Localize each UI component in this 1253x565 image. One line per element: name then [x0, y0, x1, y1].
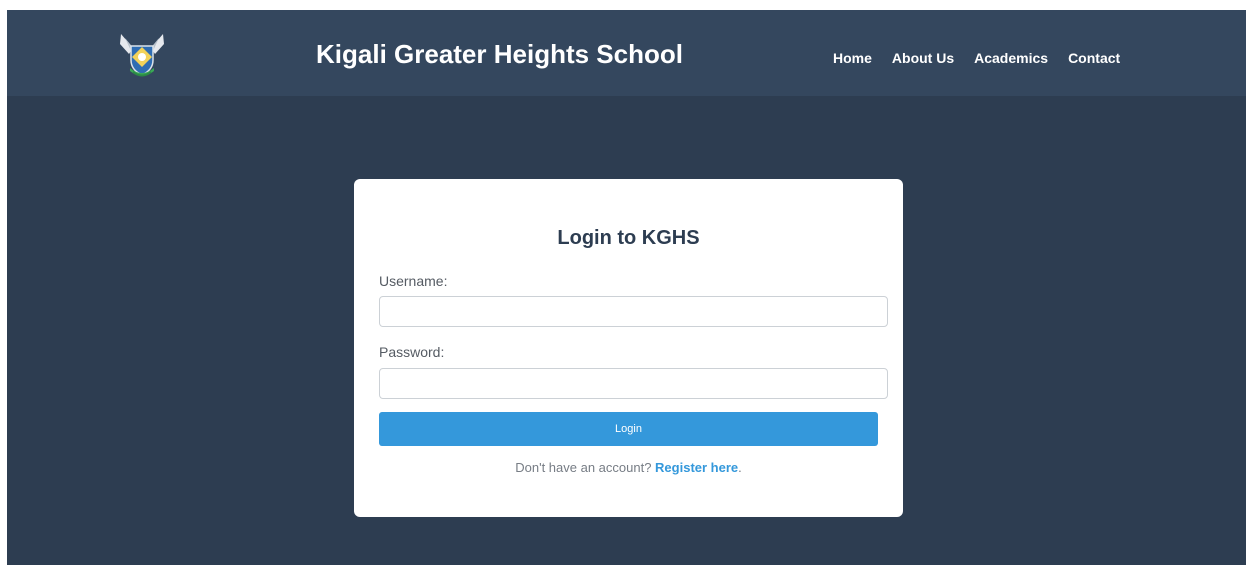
- register-prompt-text: Don't have an account?: [515, 460, 656, 475]
- username-input[interactable]: [379, 296, 888, 327]
- main-nav: Home About Us Academics Contact: [833, 50, 1140, 66]
- login-card: Login to KGHS Username: Password: Login …: [354, 179, 903, 517]
- school-crest-icon: [120, 34, 164, 77]
- password-input[interactable]: [379, 368, 888, 399]
- nav-academics[interactable]: Academics: [974, 50, 1048, 66]
- username-label: Username:: [379, 273, 448, 289]
- page-background: Kigali Greater Heights School Home About…: [7, 10, 1246, 565]
- password-label: Password:: [379, 344, 445, 360]
- register-prompt: Don't have an account? Register here.: [354, 460, 903, 475]
- login-title: Login to KGHS: [557, 227, 700, 249]
- register-link[interactable]: Register here: [655, 460, 738, 475]
- site-title: Kigali Greater Heights School: [316, 39, 683, 69]
- login-button[interactable]: Login: [379, 412, 878, 446]
- site-header: Kigali Greater Heights School Home About…: [7, 10, 1246, 96]
- register-prompt-suffix: .: [738, 460, 742, 475]
- nav-contact[interactable]: Contact: [1068, 50, 1120, 66]
- nav-home[interactable]: Home: [833, 50, 872, 66]
- nav-about-us[interactable]: About Us: [892, 50, 954, 66]
